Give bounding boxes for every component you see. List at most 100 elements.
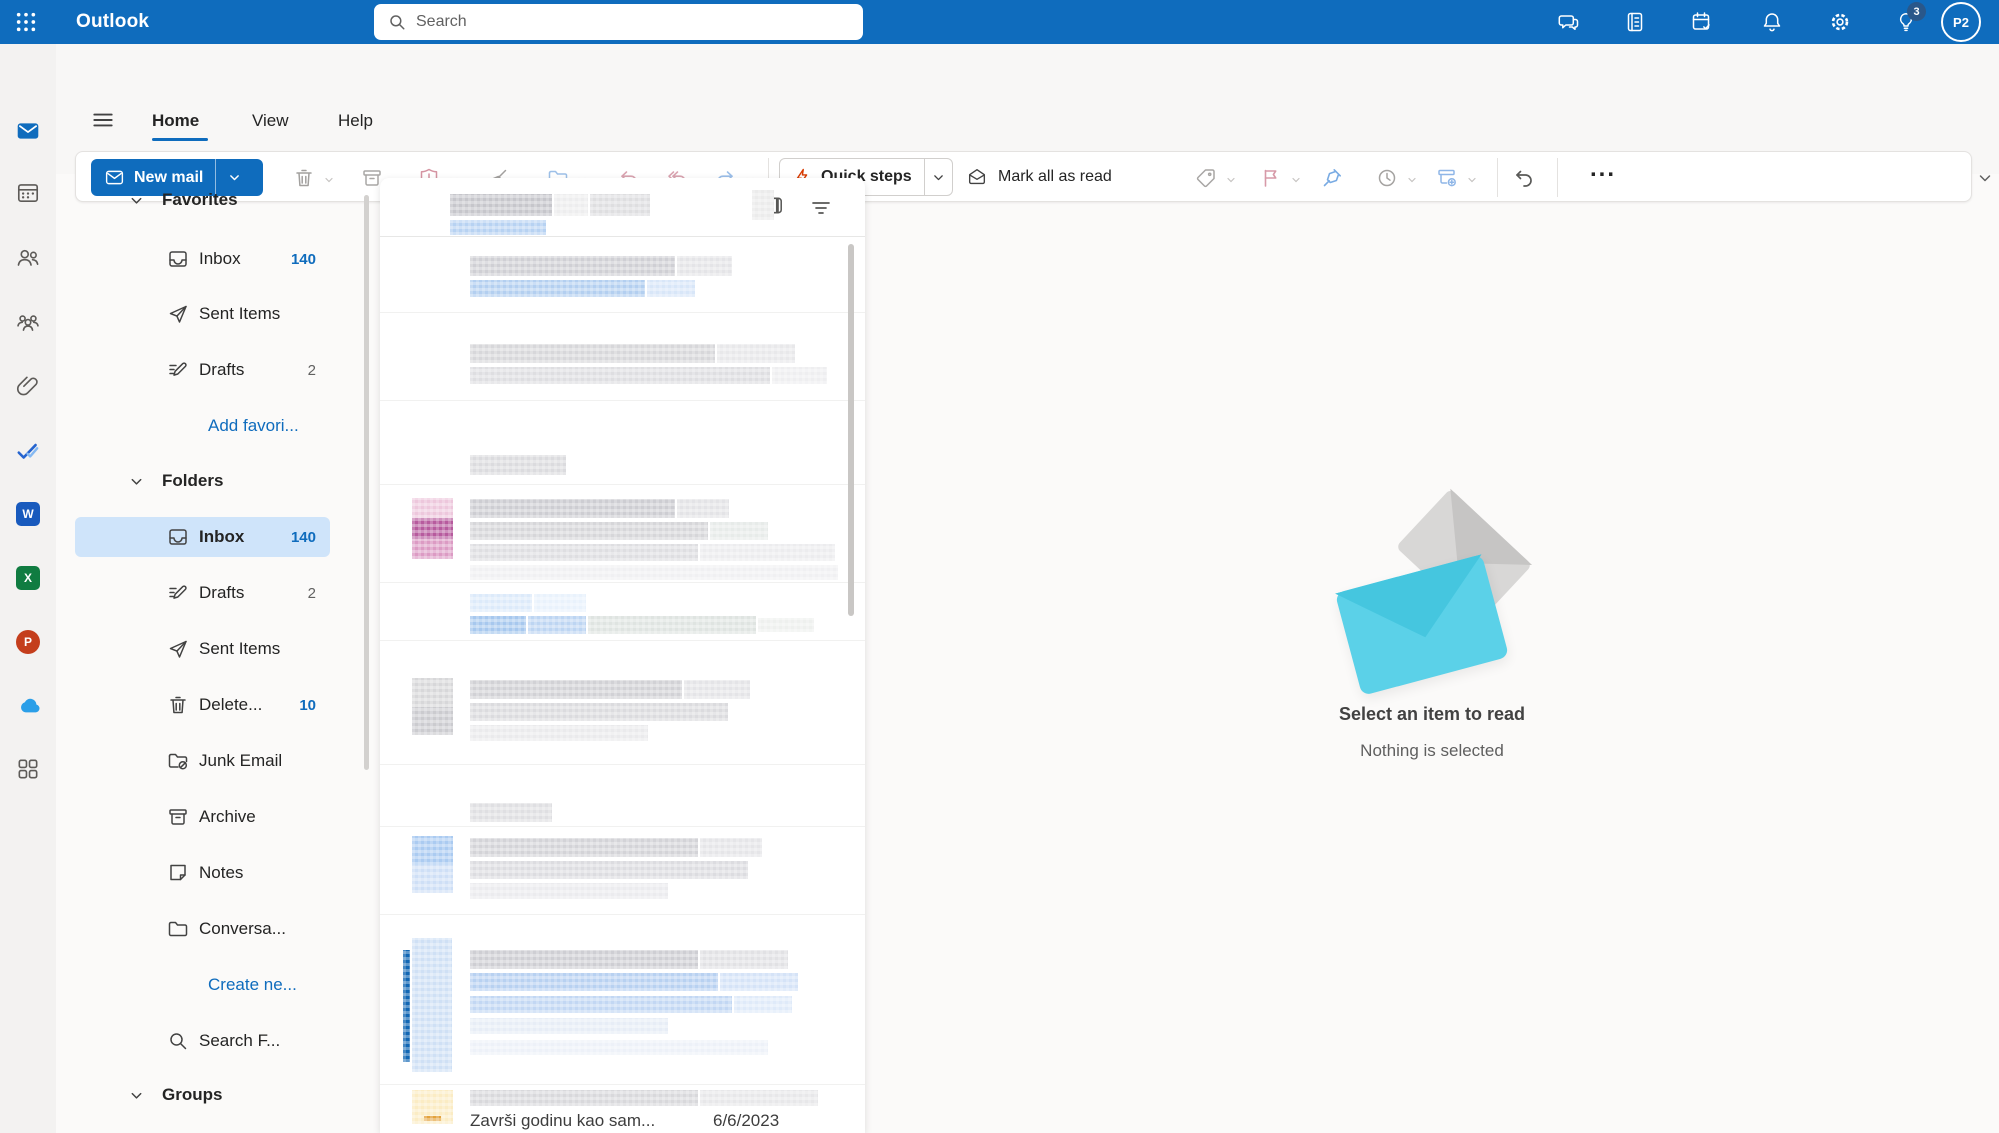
empty-state-title: Select an item to read [865, 704, 1999, 725]
tab-view[interactable]: View [252, 104, 289, 138]
files-module-icon[interactable] [15, 373, 41, 399]
redacted-block [470, 499, 675, 518]
powerpoint-app-icon[interactable]: P [16, 630, 40, 654]
notes-icon [166, 861, 190, 885]
tips-bulb-icon[interactable]: 3 [1894, 10, 1918, 34]
redacted-block [717, 344, 795, 363]
hamburger-menu-icon[interactable] [90, 107, 118, 135]
tips-badge: 3 [1907, 2, 1926, 21]
folder-junk-email[interactable]: Junk Email [75, 741, 330, 781]
redacted-block [470, 455, 566, 475]
redacted-block [470, 344, 715, 363]
redacted-block [412, 498, 453, 518]
redacted-block [470, 565, 838, 580]
redacted-block [590, 194, 650, 216]
my-day-icon[interactable] [1690, 10, 1714, 34]
empty-state-subtitle: Nothing is selected [865, 741, 1999, 761]
folder-drafts[interactable]: Drafts 2 [75, 573, 330, 613]
calendar-module-icon[interactable] [15, 180, 41, 206]
onedrive-app-icon[interactable] [15, 692, 41, 718]
redacted-block [450, 194, 552, 216]
redacted-block [470, 1040, 768, 1055]
filter-icon[interactable] [809, 196, 833, 220]
list-divider [380, 764, 865, 765]
redacted-block [412, 865, 453, 893]
excel-app-icon[interactable]: X [16, 566, 40, 590]
redacted-block [470, 680, 682, 699]
folder-archive[interactable]: Archive [75, 797, 330, 837]
list-divider [380, 914, 865, 915]
redacted-block [470, 861, 748, 879]
ribbon: Home View Help New mail [0, 44, 1999, 174]
onenote-feed-icon[interactable] [1624, 10, 1648, 34]
message-list: Završi godinu kao sam... 6/6/2023 [380, 178, 865, 1133]
folder-icon [166, 917, 190, 941]
redacted-block [700, 838, 762, 857]
folder-inbox[interactable]: Inbox 140 [75, 517, 330, 557]
folder-pane: Favorites Inbox 140 Sent Items [56, 174, 374, 1133]
chevron-down-icon [129, 1088, 144, 1103]
favorite-sent-items[interactable]: Sent Items [75, 294, 330, 334]
folder-deleted-items[interactable]: Delete... 10 [75, 685, 330, 725]
redacted-block [700, 1090, 818, 1106]
reading-pane: Select an item to read Nothing is select… [865, 174, 1999, 1133]
favorites-section-header[interactable]: Favorites [75, 180, 330, 220]
redacted-block [470, 367, 770, 384]
groups-section-header[interactable]: Groups [75, 1075, 330, 1115]
app-launcher-icon[interactable] [8, 4, 44, 40]
tab-home[interactable]: Home [152, 104, 199, 138]
chevron-down-icon [129, 474, 144, 489]
chevron-down-icon [129, 193, 144, 208]
folder-conversation-history[interactable]: Conversa... [75, 909, 330, 949]
folders-section-header[interactable]: Folders [75, 461, 330, 501]
app-rail: W X P [0, 44, 56, 1133]
people-module-icon[interactable] [15, 245, 41, 271]
archive-icon [166, 805, 190, 829]
folder-sent-items[interactable]: Sent Items [75, 629, 330, 669]
groups-module-icon[interactable] [15, 309, 41, 335]
redacted-block [470, 725, 648, 741]
drafts-icon [166, 358, 190, 382]
list-divider [380, 640, 865, 641]
list-divider [380, 826, 865, 827]
tab-help[interactable]: Help [338, 104, 373, 138]
redacted-block [470, 996, 732, 1013]
todo-module-icon[interactable] [15, 438, 41, 464]
folder-search-folders[interactable]: Search F... [75, 1021, 330, 1061]
word-app-icon[interactable]: W [16, 502, 40, 526]
redacted-block [470, 703, 728, 721]
favorite-inbox[interactable]: Inbox 140 [75, 239, 330, 279]
envelope-front-illustration [1335, 554, 1509, 696]
redacted-block [700, 544, 835, 561]
redacted-block [677, 499, 729, 518]
redacted-block [412, 518, 453, 539]
account-avatar[interactable]: P2 [1941, 2, 1981, 42]
mail-module-icon[interactable] [15, 118, 41, 144]
redacted-block [470, 280, 645, 297]
redacted-block [412, 678, 453, 707]
redacted-block [470, 973, 718, 991]
active-tab-indicator [152, 138, 208, 141]
redacted-block [450, 220, 546, 235]
more-apps-icon[interactable] [15, 756, 41, 782]
redacted-block [772, 367, 827, 384]
list-divider [380, 582, 865, 583]
sent-icon [166, 637, 190, 661]
outlook-app: Outlook [0, 0, 1999, 1133]
folder-notes[interactable]: Notes [75, 853, 330, 893]
chat-icon[interactable] [1556, 10, 1580, 34]
list-divider [380, 312, 865, 313]
message-list-scrollbar[interactable] [848, 244, 854, 616]
settings-gear-icon[interactable] [1828, 10, 1852, 34]
notifications-bell-icon[interactable] [1760, 10, 1784, 34]
redacted-block [720, 973, 798, 991]
search-icon [388, 13, 406, 31]
redacted-block [734, 996, 792, 1013]
inbox-icon [166, 525, 190, 549]
search-bar[interactable] [374, 4, 863, 40]
favorite-drafts[interactable]: Drafts 2 [75, 350, 330, 390]
search-input[interactable] [414, 3, 863, 41]
redacted-block [412, 539, 453, 559]
folder-pane-scrollbar[interactable] [364, 195, 369, 770]
message-subject[interactable]: Završi godinu kao sam... [470, 1111, 655, 1131]
